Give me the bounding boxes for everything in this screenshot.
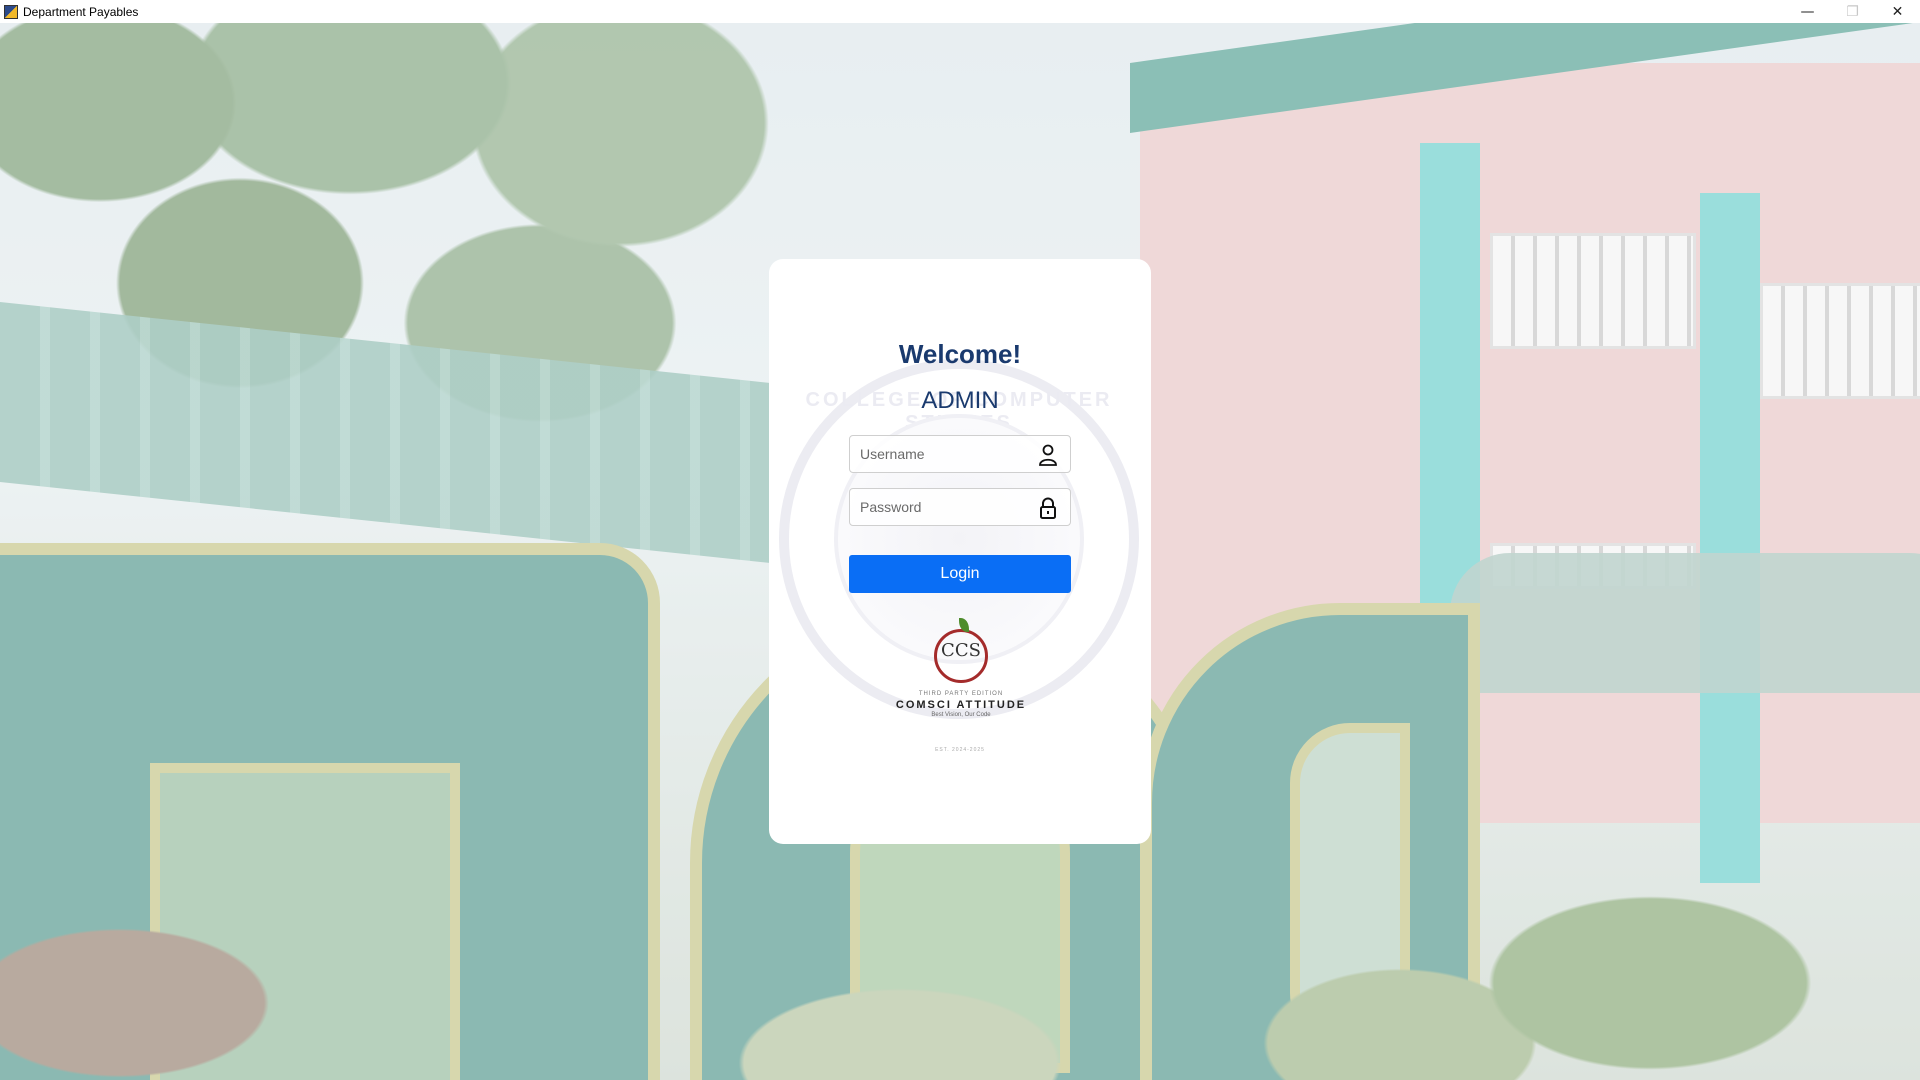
welcome-heading: Welcome! (898, 339, 1022, 369)
lock-icon (1040, 497, 1056, 519)
logo-est: EST. 2024-2025 (935, 747, 985, 753)
window-controls: — ❐ ✕ (1785, 0, 1920, 23)
login-card: COLLEGE OF COMPUTER STUDIES Welcome! ADM… (769, 259, 1151, 844)
logo-subline: Best Vision, Our Code (931, 712, 991, 718)
logo-tagline: THIRD PARTY EDITION (918, 691, 1004, 697)
login-button[interactable]: Login (849, 555, 1071, 593)
user-icon (1039, 444, 1057, 466)
window-title: Department Payables (23, 4, 139, 19)
app-window: Department Payables — ❐ ✕ COLLEGE OF COM… (0, 0, 1920, 1080)
password-input[interactable] (850, 491, 1032, 523)
username-field[interactable] (849, 435, 1071, 473)
comsci-logo: CCS THIRD PARTY EDITION COMSCI ATTITUDE … (895, 618, 1027, 741)
username-input[interactable] (850, 438, 1032, 470)
minimize-button[interactable]: — (1785, 0, 1830, 23)
logo-name: COMSCI ATTITUDE (895, 699, 1027, 711)
close-button[interactable]: ✕ (1875, 0, 1920, 23)
password-field[interactable] (849, 488, 1071, 526)
maximize-button[interactable]: ❐ (1830, 0, 1875, 23)
title-bar: Department Payables — ❐ ✕ (0, 0, 1920, 23)
logo-monogram: CCS (941, 640, 981, 661)
logo-mark: CCS (934, 618, 988, 683)
app-icon (4, 4, 18, 19)
role-heading: ADMIN (921, 387, 999, 414)
